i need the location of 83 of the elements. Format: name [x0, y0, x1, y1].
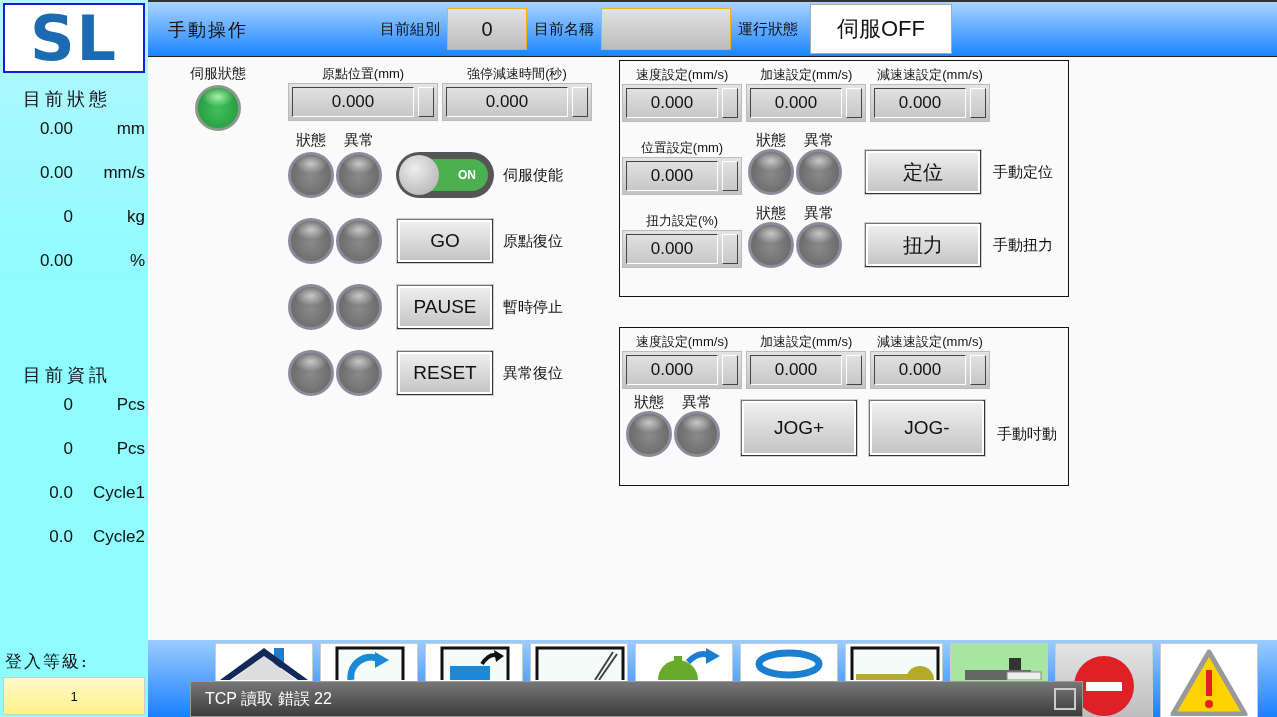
lamp-header: 異常 — [803, 131, 835, 149]
section-title: 目前狀態 — [23, 87, 112, 111]
key-icon — [850, 646, 940, 680]
lamp-header: 狀態 — [633, 393, 665, 411]
refresh-icon — [335, 646, 405, 680]
name-label: 目前名稱 — [534, 19, 594, 39]
numeric-field[interactable]: 0.000 — [442, 83, 592, 121]
numeric-field[interactable]: 0.000 — [622, 84, 742, 122]
numeric-field[interactable]: 0.000 — [870, 351, 990, 389]
reading-value: 0.0 — [48, 483, 73, 503]
lamp-header: 狀態 — [755, 131, 787, 149]
reading-unit: kg — [126, 207, 145, 227]
reading-unit: mm — [115, 119, 145, 139]
numeric-field[interactable]: 0.000 — [870, 84, 990, 122]
reading-value: 0.0 — [48, 527, 73, 547]
reading-value: 0.00 — [38, 251, 73, 271]
ring-icon — [755, 649, 823, 679]
no-entry-icon — [1074, 656, 1134, 716]
reading-unit: Cycle2 — [92, 527, 145, 547]
numeric-field[interactable]: 0.000 — [746, 84, 866, 122]
popup-toggle-button[interactable] — [1054, 688, 1076, 710]
lamp-header: 狀態 — [755, 204, 787, 222]
action-label: 手動定位 — [993, 162, 1053, 182]
reading-value: 0.00 — [38, 163, 73, 183]
field-label: 扭力設定(%) — [644, 212, 720, 230]
field-label: 原點位置(mm) — [320, 65, 406, 83]
reading-unit: Cycle1 — [92, 483, 145, 503]
reading-unit: mm/s — [102, 163, 145, 183]
numeric-field[interactable]: 0.000 — [746, 351, 866, 389]
field-label: 速度設定(mm/s) — [634, 66, 730, 84]
run-status-value: 伺服OFF — [810, 4, 952, 54]
reading-value: 0 — [62, 395, 73, 415]
lamp-header: 異常 — [681, 393, 713, 411]
house-icon — [220, 648, 308, 680]
field-label: 加速設定(mm/s) — [758, 333, 854, 351]
run-status-label: 運行狀態 — [738, 19, 798, 39]
error-message: TCP 讀取 錯誤 22 — [205, 688, 332, 709]
lamp-header: 狀態 — [295, 131, 327, 149]
action-label: 暫時停止 — [503, 297, 563, 317]
reading-value: 0.00 — [38, 119, 73, 139]
reading-unit: % — [128, 251, 145, 271]
pen-icon — [535, 646, 625, 680]
action-button[interactable]: GO — [396, 218, 494, 264]
field-label: 減速速設定(mm/s) — [876, 66, 984, 84]
jog-button[interactable]: JOG+ — [740, 399, 858, 457]
action-label: 伺服使能 — [503, 165, 563, 185]
field-label: 加速設定(mm/s) — [758, 66, 854, 84]
section-title: 目前資訊 — [23, 363, 112, 387]
field-label: 位置設定(mm) — [639, 139, 725, 157]
numeric-field[interactable]: 0.000 — [288, 83, 438, 121]
field-label: 強停減速時間(秒) — [466, 65, 568, 83]
group-field[interactable]: 0 — [447, 8, 527, 50]
warning-icon — [1170, 649, 1248, 716]
name-field[interactable] — [601, 8, 731, 50]
action-button[interactable]: 扭力 — [864, 222, 982, 268]
action-button[interactable]: RESET — [396, 350, 494, 396]
action-label: 原點復位 — [503, 231, 563, 251]
action-button[interactable]: 定位 — [864, 149, 982, 195]
reading-unit: Pcs — [115, 395, 145, 415]
login-level-label: 登入等級: — [5, 650, 90, 673]
numeric-field[interactable]: 0.000 — [622, 230, 742, 268]
lamp-header: 異常 — [803, 204, 835, 222]
action-label: 異常復位 — [503, 363, 563, 383]
field-label: 速度設定(mm/s) — [634, 333, 730, 351]
lamp-header: 異常 — [343, 131, 375, 149]
folder-icon — [440, 646, 510, 680]
reading-value: 0 — [62, 207, 73, 227]
reading-value: 0 — [62, 439, 73, 459]
action-button[interactable]: PAUSE — [396, 284, 494, 330]
group-label: 目前組別 — [380, 19, 440, 39]
field-label: 減速速設定(mm/s) — [876, 333, 984, 351]
reading-unit: Pcs — [115, 439, 145, 459]
numeric-field[interactable]: 0.000 — [622, 157, 742, 195]
servo-status-label: 伺服狀態 — [190, 65, 246, 83]
action-label: 手動扭力 — [993, 235, 1053, 255]
numeric-field[interactable]: 0.000 — [622, 351, 742, 389]
jog-button[interactable]: JOG- — [868, 399, 986, 457]
action-label: 手動吋動 — [997, 424, 1057, 444]
machine-icon — [965, 658, 1042, 680]
gear-icon — [658, 648, 720, 680]
page-title: 手動操作 — [168, 18, 249, 42]
logo: SL — [3, 3, 145, 73]
login-level-field: 1 — [3, 677, 145, 715]
